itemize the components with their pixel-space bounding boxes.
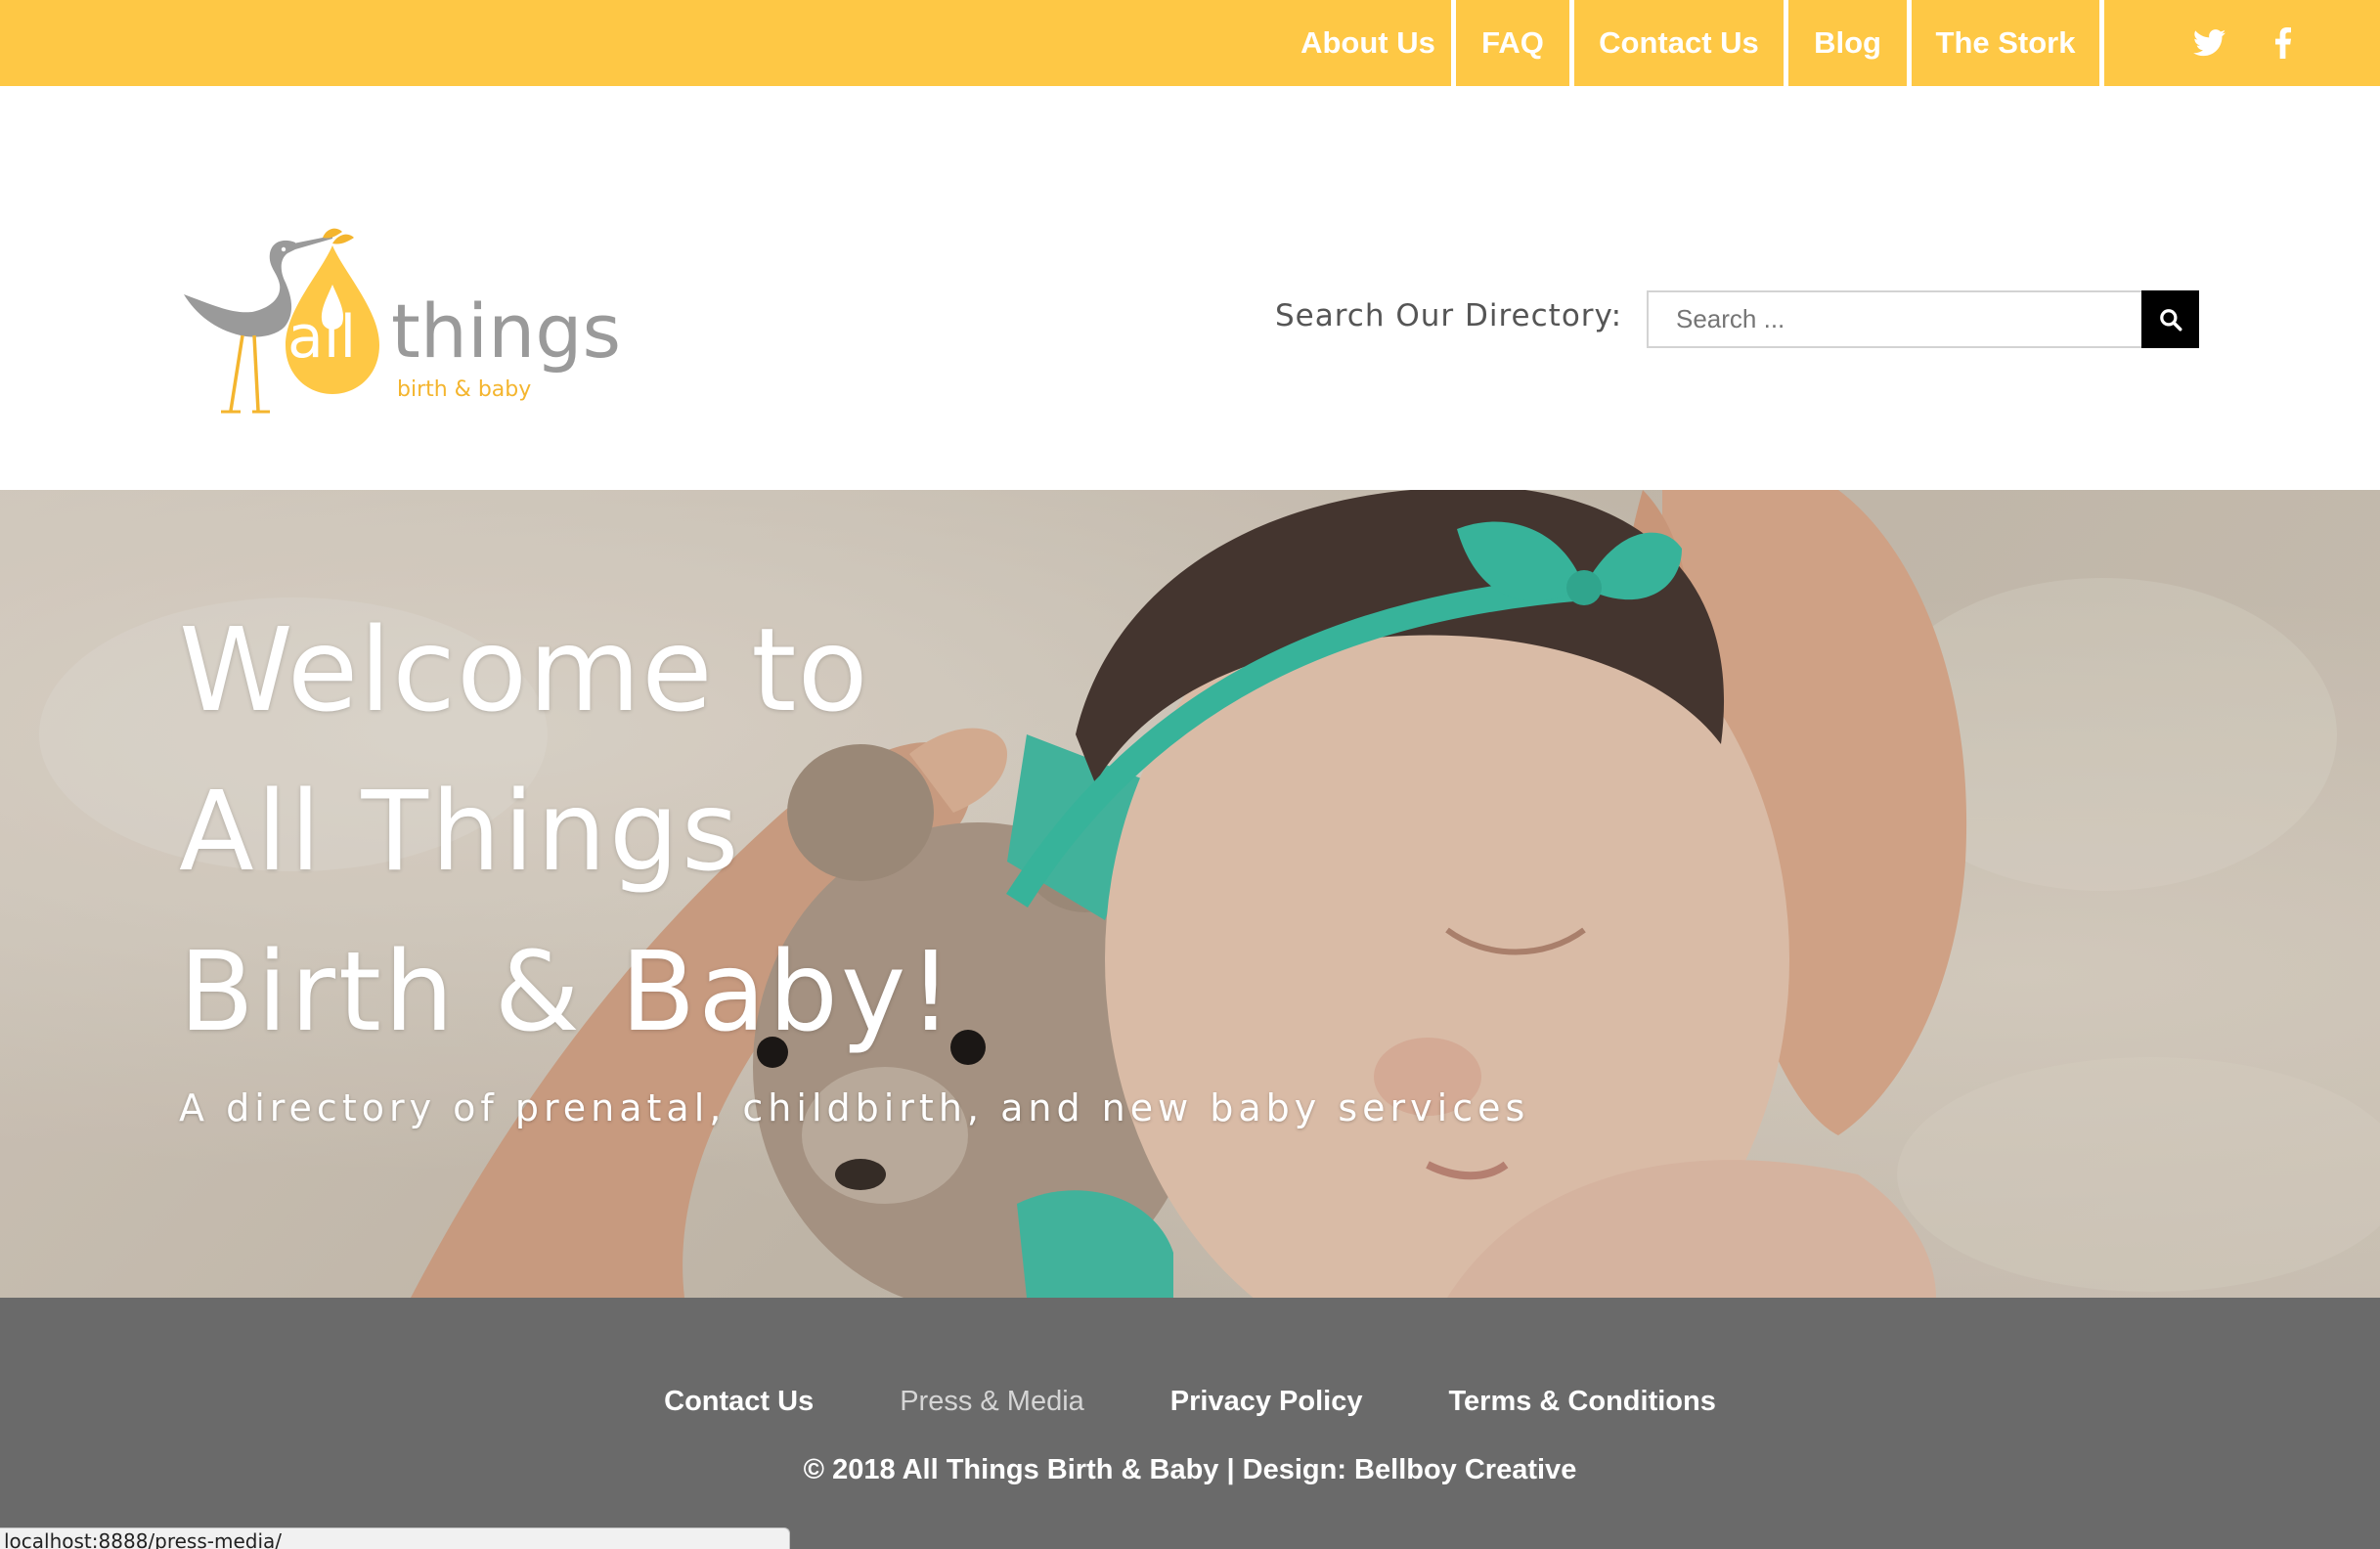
search-input[interactable] — [1647, 290, 2143, 348]
top-bar: About Us FAQ Contact Us Blog The Stork — [0, 0, 2380, 86]
hero-welcome: Welcome to — [179, 602, 869, 737]
hero-banner: Welcome to All Things Birth & Baby! A di… — [0, 490, 2380, 1298]
copyright-text: © 2018 All Things Birth & Baby | Design:… — [803, 1454, 1577, 1485]
browser-status-url: localhost:8888/press-media/ — [0, 1527, 790, 1549]
nav-faq[interactable]: FAQ — [1456, 0, 1574, 86]
social-links — [2104, 0, 2380, 86]
search-label: Search Our Directory: — [1275, 298, 1623, 333]
nav-about-us[interactable]: About Us — [1285, 0, 1456, 86]
logo-tagline: birth & baby — [397, 377, 531, 402]
nav-contact-us[interactable]: Contact Us — [1574, 0, 1788, 86]
footer-link-privacy-policy[interactable]: Privacy Policy — [1170, 1386, 1363, 1418]
logo-graphic: all things birth & baby — [184, 228, 621, 414]
nav-the-stork[interactable]: The Stork — [1912, 0, 2104, 86]
nav-blog[interactable]: Blog — [1788, 0, 1912, 86]
logo-word-things: things — [391, 288, 621, 375]
top-nav: About Us FAQ Contact Us Blog The Stork — [1285, 0, 2380, 86]
footer-link-contact-us[interactable]: Contact Us — [664, 1386, 814, 1418]
search-button[interactable] — [2141, 290, 2199, 348]
facebook-icon[interactable] — [2275, 27, 2291, 59]
hero-title-line1: All Things — [179, 769, 742, 896]
twitter-icon[interactable] — [2193, 29, 2226, 57]
hero-subtitle: A directory of prenatal, childbirth, and… — [179, 1086, 1530, 1129]
site-logo[interactable]: all things birth & baby — [176, 210, 636, 430]
footer-nav: Contact Us Press & Media Privacy Policy … — [0, 1386, 2380, 1418]
hero-title-line2: Birth & Baby! — [179, 929, 956, 1056]
logo-word-all: all — [287, 303, 356, 372]
search-icon — [2159, 308, 2182, 331]
footer-link-press-media[interactable]: Press & Media — [900, 1386, 1084, 1418]
footer-link-terms-conditions[interactable]: Terms & Conditions — [1448, 1386, 1715, 1418]
site-footer: Contact Us Press & Media Privacy Policy … — [0, 1298, 2380, 1549]
